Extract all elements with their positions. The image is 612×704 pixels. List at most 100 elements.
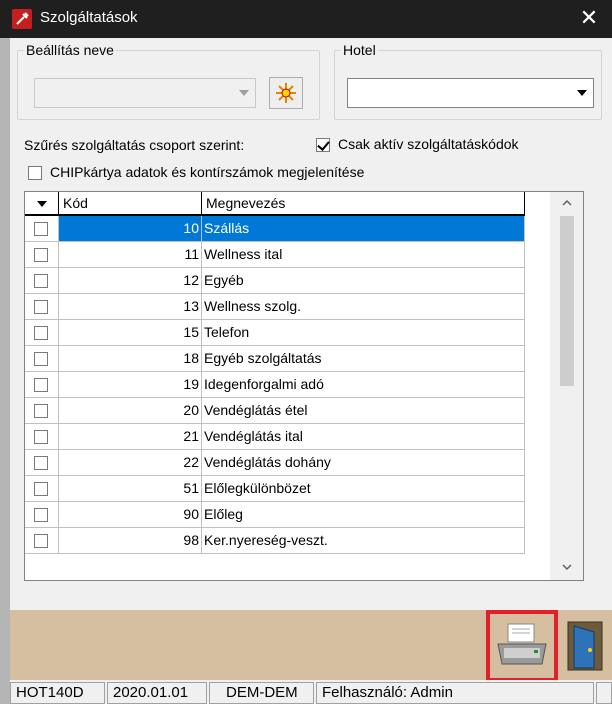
status-module: HOT140D: [10, 682, 105, 704]
row-checkbox[interactable]: [34, 300, 48, 314]
row-select-cell: [25, 372, 59, 398]
window-left-border: [0, 38, 10, 704]
row-checkbox[interactable]: [34, 482, 48, 496]
row-checkbox[interactable]: [34, 508, 48, 522]
row-checkbox[interactable]: [34, 378, 48, 392]
table-row[interactable]: 12 Egyéb: [25, 268, 525, 294]
row-name: Ker.nyereség-veszt.: [202, 528, 525, 554]
table-row[interactable]: 22 Vendéglátás dohány: [25, 450, 525, 476]
chip-data-checkbox[interactable]: [28, 166, 42, 180]
exit-button[interactable]: [564, 618, 608, 674]
row-code: 21: [59, 424, 202, 450]
row-name: Vendéglátás dohány: [202, 450, 525, 476]
row-select-cell: [25, 450, 59, 476]
table-row[interactable]: 90 Előleg: [25, 502, 525, 528]
row-name: Előlegkülönbözet: [202, 476, 525, 502]
status-database: DEM-DEM: [209, 682, 314, 704]
table-row[interactable]: 11 Wellness ital: [25, 242, 525, 268]
row-code: 20: [59, 398, 202, 424]
table-row[interactable]: 19 Idegenforgalmi adó: [25, 372, 525, 398]
scroll-down-icon[interactable]: [560, 560, 574, 574]
column-header-code[interactable]: Kód: [59, 192, 202, 214]
chip-data-label[interactable]: CHIPkártya adatok és kontírszámok megjel…: [50, 164, 364, 180]
table-row[interactable]: 98 Ker.nyereség-veszt.: [25, 528, 525, 554]
status-date: 2020.01.01: [107, 682, 207, 704]
row-select-cell: [25, 242, 59, 268]
row-select-cell: [25, 320, 59, 346]
vertical-scrollbar[interactable]: [550, 192, 583, 580]
printer-icon: [497, 623, 547, 665]
status-extra: [596, 682, 612, 704]
row-select-cell: [25, 216, 59, 242]
row-name: Vendéglátás ital: [202, 424, 525, 450]
row-code: 10: [59, 216, 202, 242]
row-code: 98: [59, 528, 202, 554]
title-bar: Szolgáltatások ✕: [0, 0, 612, 38]
row-name: Wellness ital: [202, 242, 525, 268]
scrollbar-thumb[interactable]: [560, 216, 574, 386]
print-button[interactable]: [486, 610, 558, 682]
active-only-checkbox[interactable]: [316, 138, 330, 152]
row-checkbox[interactable]: [34, 404, 48, 418]
row-name: Idegenforgalmi adó: [202, 372, 525, 398]
row-name: Wellness szolg.: [202, 294, 525, 320]
new-setting-button[interactable]: [269, 77, 303, 109]
row-code: 22: [59, 450, 202, 476]
row-checkbox[interactable]: [34, 352, 48, 366]
row-select-cell: [25, 398, 59, 424]
row-code: 13: [59, 294, 202, 320]
row-name: Egyéb szolgáltatás: [202, 346, 525, 372]
exit-door-icon: [567, 621, 603, 671]
row-select-cell: [25, 424, 59, 450]
row-code: 18: [59, 346, 202, 372]
row-select-cell: [25, 294, 59, 320]
row-checkbox[interactable]: [34, 326, 48, 340]
chevron-down-icon: [573, 83, 591, 103]
app-icon: [12, 9, 32, 29]
row-name: Telefon: [202, 320, 525, 346]
table-row[interactable]: 15 Telefon: [25, 320, 525, 346]
row-checkbox[interactable]: [34, 534, 48, 548]
row-select-cell: [25, 476, 59, 502]
table-row[interactable]: 18 Egyéb szolgáltatás: [25, 346, 525, 372]
row-code: 51: [59, 476, 202, 502]
column-header-name[interactable]: Megnevezés: [202, 192, 525, 214]
hotel-select[interactable]: [347, 78, 594, 108]
row-select-cell: [25, 528, 59, 554]
status-user: Felhasználó: Admin: [316, 682, 594, 704]
row-checkbox[interactable]: [34, 248, 48, 262]
row-checkbox[interactable]: [34, 274, 48, 288]
column-menu-button[interactable]: [25, 192, 59, 214]
group-filter-label: Szűrés szolgáltatás csoport szerint:: [24, 137, 245, 153]
services-grid[interactable]: Kód Megnevezés 10 Szállás 11 Wellness ital 1…: [24, 191, 584, 581]
active-only-label[interactable]: Csak aktív szolgáltatáskódok: [338, 136, 519, 152]
close-icon[interactable]: ✕: [574, 4, 604, 34]
row-select-cell: [25, 346, 59, 372]
row-name: Előleg: [202, 502, 525, 528]
star-icon: [276, 83, 296, 103]
row-select-cell: [25, 502, 59, 528]
window-title: Szolgáltatások: [40, 9, 138, 26]
table-row[interactable]: 51 Előlegkülönbözet: [25, 476, 525, 502]
chevron-down-icon: [235, 83, 253, 103]
row-name: Szállás: [202, 216, 525, 242]
row-code: 11: [59, 242, 202, 268]
table-row[interactable]: 10 Szállás: [25, 216, 525, 242]
row-name: Egyéb: [202, 268, 525, 294]
bottom-toolbar: [10, 610, 612, 682]
setting-name-select[interactable]: [34, 78, 256, 108]
hotel-legend: Hotel: [343, 42, 376, 58]
scroll-up-icon[interactable]: [560, 196, 574, 210]
status-bar: HOT140D 2020.01.01 DEM-DEM Felhasználó: …: [10, 680, 612, 704]
table-row[interactable]: 20 Vendéglátás étel: [25, 398, 525, 424]
row-code: 90: [59, 502, 202, 528]
row-checkbox[interactable]: [34, 222, 48, 236]
row-code: 15: [59, 320, 202, 346]
grid-header: Kód Megnevezés: [25, 192, 525, 216]
table-row[interactable]: 21 Vendéglátás ital: [25, 424, 525, 450]
triangle-down-icon: [37, 201, 47, 207]
row-checkbox[interactable]: [34, 430, 48, 444]
table-row[interactable]: 13 Wellness szolg.: [25, 294, 525, 320]
row-select-cell: [25, 268, 59, 294]
row-checkbox[interactable]: [34, 456, 48, 470]
